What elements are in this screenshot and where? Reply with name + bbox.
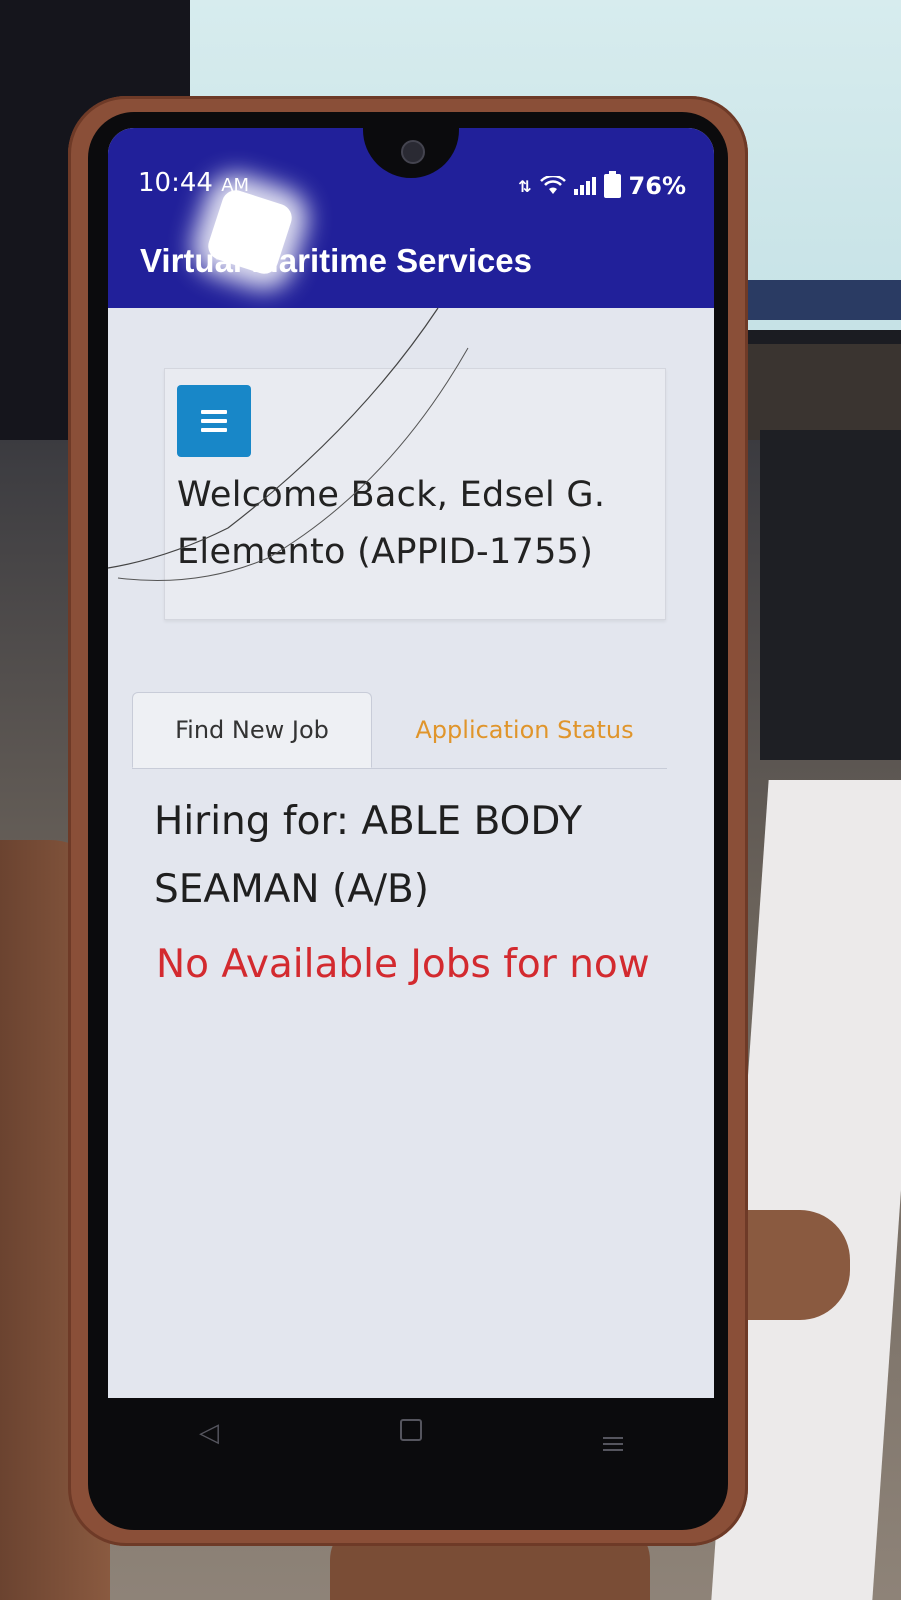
app-title: Virtual Maritime Services [140, 242, 532, 279]
phone-screen: 10:44 AM ⇅ 76% Virtual Maritime Services [108, 128, 714, 1398]
home-icon[interactable] [381, 1418, 441, 1448]
front-camera-icon [401, 140, 425, 164]
hand-right [740, 1210, 850, 1320]
battery-percent: 76% [628, 172, 686, 200]
welcome-message: Welcome Back, Edsel G. Elemento (APPID-1… [177, 475, 606, 572]
battery-icon [603, 171, 621, 198]
tab-application-status[interactable]: Application Status [382, 692, 667, 768]
background-taskbar [740, 280, 901, 320]
menu-button[interactable] [177, 385, 251, 457]
background-keyboard [760, 430, 901, 760]
camera-notch [363, 128, 459, 178]
android-nav-bar: ◁ [108, 1398, 714, 1468]
hamburger-icon [201, 410, 227, 414]
no-jobs-message: No Available Jobs for now [156, 942, 650, 987]
data-arrows-icon: ⇅ [518, 176, 532, 196]
app-bar: Virtual Maritime Services [108, 218, 714, 308]
tab-find-new-job[interactable]: Find New Job [132, 692, 372, 768]
tab-bar: Find New Job Application Status [132, 692, 667, 769]
back-icon[interactable]: ◁ [179, 1418, 239, 1448]
wifi-icon [539, 176, 566, 194]
welcome-card: Welcome Back, Edsel G. Elemento (APPID-1… [164, 368, 666, 620]
status-icons: ⇅ 76% [518, 171, 686, 200]
hiring-position: Hiring for: ABLE BODY SEAMAN (A/B) [154, 799, 583, 912]
status-bar: 10:44 AM ⇅ 76% [108, 128, 714, 218]
status-time: 10:44 [138, 168, 213, 198]
recents-icon[interactable] [583, 1416, 643, 1451]
signal-icon [573, 177, 596, 195]
